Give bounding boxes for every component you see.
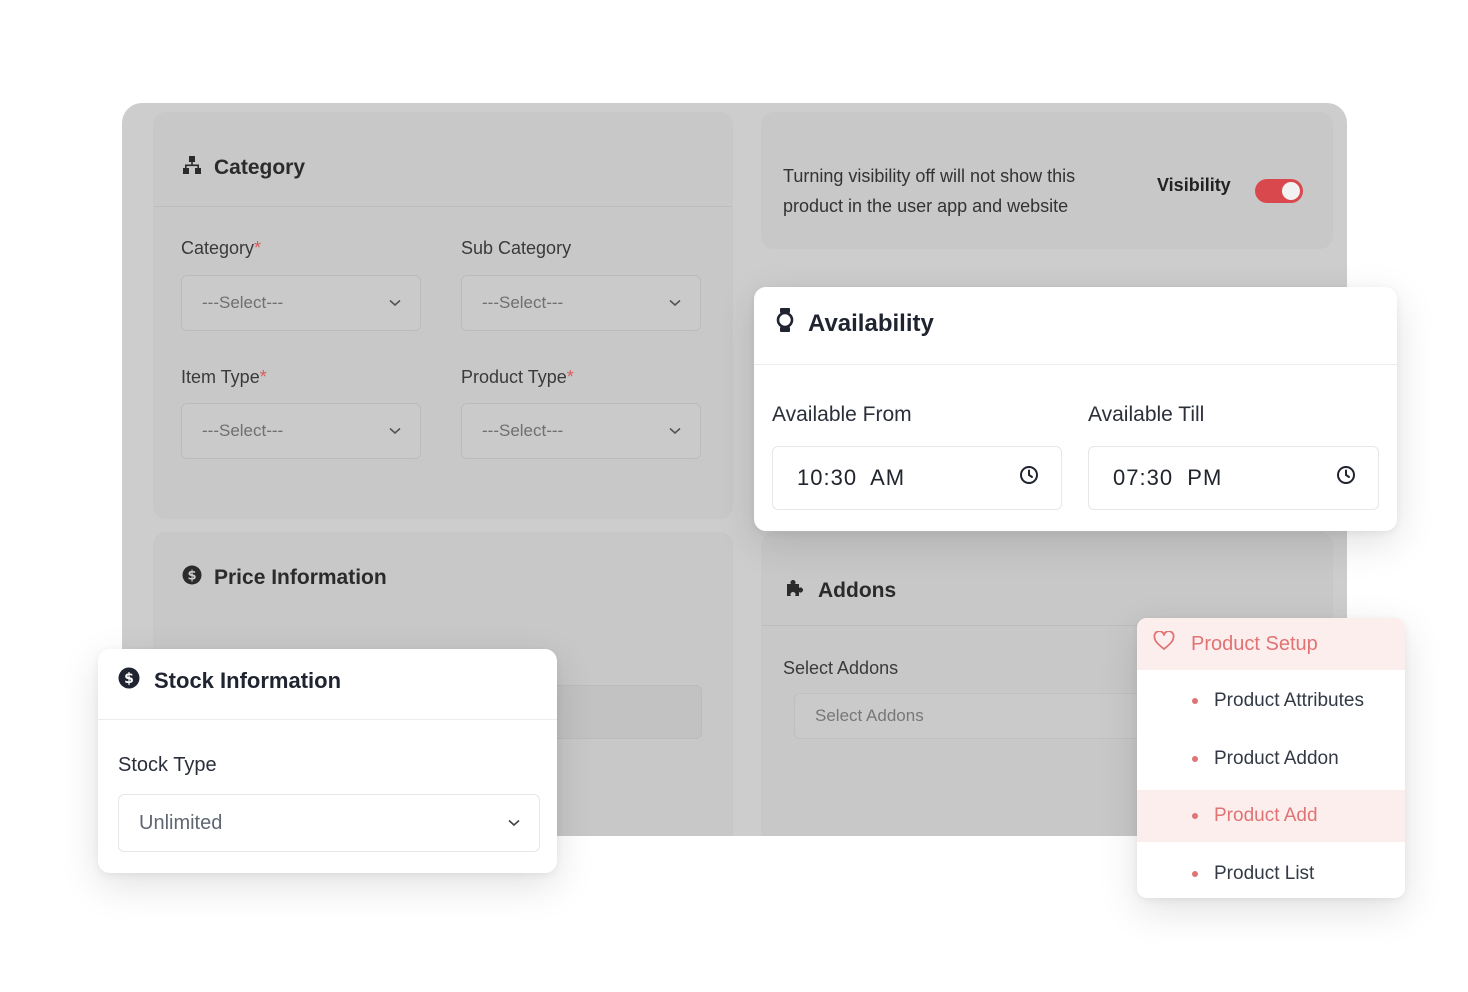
product-type-select-value: ---Select--- [482, 421, 564, 440]
sub-category-label: Sub Category [461, 238, 572, 258]
sub-category-select[interactable]: ---Select--- [461, 275, 701, 331]
category-label: Category* [181, 238, 262, 258]
puzzle-icon [784, 577, 806, 605]
chevron-down-icon [388, 296, 402, 310]
available-till-input[interactable]: 07:30 PM [1088, 446, 1379, 510]
product-type-label: Product Type* [461, 367, 574, 387]
price-title-text: Price Information [214, 566, 387, 589]
price-field-edge [542, 685, 702, 739]
stock-divider [98, 719, 557, 720]
clock-icon [1019, 465, 1039, 491]
toggle-knob [1282, 182, 1300, 200]
visibility-note: Turning visibility off will not show thi… [783, 166, 1076, 216]
availability-divider [754, 364, 1397, 365]
svg-text:$: $ [124, 671, 134, 687]
item-type-select-value: ---Select--- [202, 421, 284, 440]
product-setup-header[interactable]: Product Setup [1137, 618, 1405, 670]
visibility-toggle[interactable] [1255, 179, 1303, 203]
heart-icon [1153, 630, 1175, 657]
stock-type-value: Unlimited [139, 811, 223, 834]
stock-card: $ Stock Information Stock Type Unlimited [98, 649, 557, 873]
chevron-down-icon [668, 424, 682, 438]
available-till-value: 07:30 PM [1113, 465, 1223, 490]
stock-type-label: Stock Type [118, 754, 217, 776]
visibility-label: Visibility [1157, 175, 1231, 195]
availability-card-title: Availability [776, 307, 934, 340]
category-card-title: Category [182, 155, 305, 181]
menu-item-label: Product Attributes [1214, 690, 1364, 711]
bullet-icon [1192, 813, 1198, 819]
price-card-title: $ Price Information [182, 565, 387, 591]
dollar-circle-icon: $ [118, 667, 140, 695]
item-type-select[interactable]: ---Select--- [181, 403, 421, 459]
addons-title-text: Addons [818, 579, 897, 602]
dollar-circle-icon: $ [182, 565, 202, 591]
available-from-value: 10:30 AM [797, 465, 906, 490]
addons-card-title: Addons [784, 577, 896, 605]
menu-item-product-attributes[interactable]: Product Attributes [1137, 675, 1405, 727]
product-setup-menu: Product Setup Product Attributes Product… [1137, 618, 1405, 898]
watch-icon [776, 307, 794, 340]
availability-card: Availability Available From Available Ti… [754, 287, 1397, 531]
item-type-label: Item Type* [181, 367, 267, 387]
category-select-value: ---Select--- [202, 293, 284, 312]
category-divider [154, 206, 732, 207]
chevron-down-icon [388, 424, 402, 438]
menu-item-product-list[interactable]: Product List [1137, 848, 1405, 898]
chevron-down-icon [507, 816, 521, 830]
menu-item-label: Product Addon [1214, 748, 1339, 769]
menu-item-label: Product Add [1214, 805, 1318, 826]
select-addons-label: Select Addons [783, 658, 899, 678]
category-title-text: Category [214, 156, 306, 179]
addons-select[interactable]: Select Addons [794, 693, 1194, 739]
bullet-icon [1192, 756, 1198, 762]
stock-card-title: $ Stock Information [118, 667, 341, 695]
available-from-label: Available From [772, 403, 912, 426]
menu-item-product-addon[interactable]: Product Addon [1137, 733, 1405, 785]
available-from-input[interactable]: 10:30 AM [772, 446, 1062, 510]
addons-select-value: Select Addons [815, 706, 924, 725]
bullet-icon [1192, 698, 1198, 704]
product-type-select[interactable]: ---Select--- [461, 403, 701, 459]
svg-text:$: $ [187, 569, 196, 584]
sitemap-icon [182, 155, 202, 181]
bullet-icon [1192, 871, 1198, 877]
menu-item-label: Product List [1214, 863, 1315, 884]
available-till-label: Available Till [1088, 403, 1205, 426]
clock-icon [1336, 465, 1356, 491]
stock-title-text: Stock Information [154, 668, 342, 693]
product-setup-title: Product Setup [1191, 632, 1318, 655]
category-select[interactable]: ---Select--- [181, 275, 421, 331]
chevron-down-icon [668, 296, 682, 310]
sub-category-select-value: ---Select--- [482, 293, 564, 312]
menu-item-product-add[interactable]: Product Add [1137, 790, 1405, 842]
stock-type-select[interactable]: Unlimited [118, 794, 540, 852]
availability-title-text: Availability [808, 309, 934, 337]
